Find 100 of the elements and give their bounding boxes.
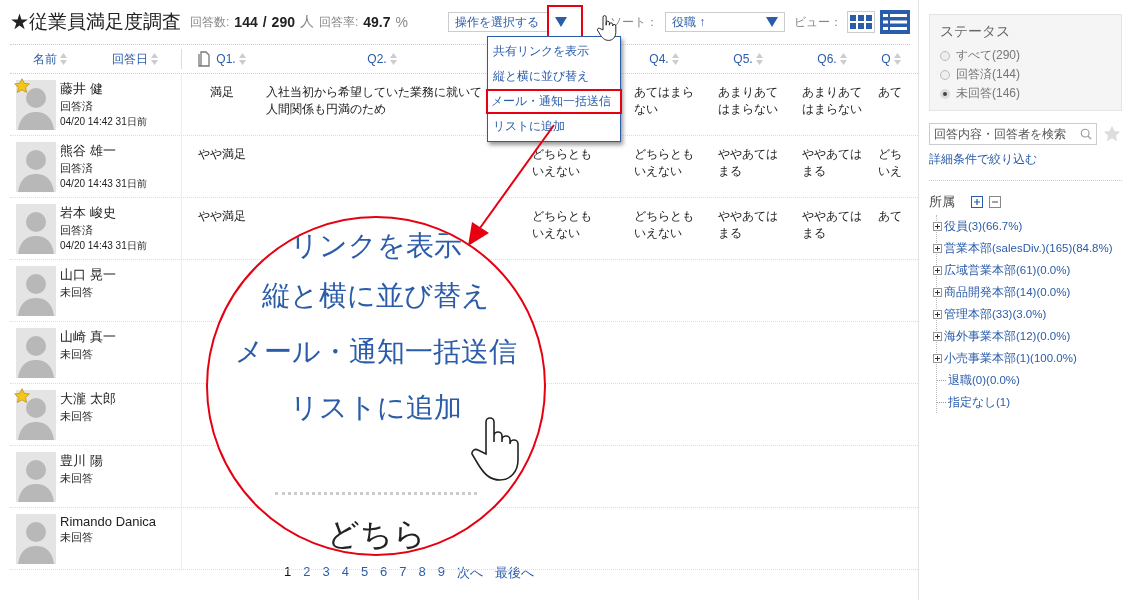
page-link[interactable]: 3 — [322, 564, 330, 582]
expand-icon[interactable] — [933, 221, 942, 231]
menu-item[interactable]: リストに追加 — [488, 114, 620, 139]
star-icon[interactable] — [1103, 125, 1121, 143]
answer-text: あてはまらない — [634, 84, 694, 119]
answer-text: あまりあてはまらない — [802, 84, 862, 119]
action-select[interactable]: 操作を選択する — [448, 12, 548, 32]
status-title: ステータス — [940, 23, 1011, 41]
page-link[interactable]: 7 — [399, 564, 407, 582]
caret-icon — [766, 17, 778, 27]
collapse-all-icon[interactable] — [989, 196, 1001, 208]
respondent-name[interactable]: Rimando Danica — [60, 514, 157, 529]
page-link[interactable]: 4 — [341, 564, 349, 582]
sort-icon — [839, 53, 847, 65]
column-header[interactable]: Q5. — [733, 52, 763, 66]
radio-button[interactable] — [940, 69, 950, 80]
hand-cursor-icon — [470, 414, 522, 484]
list-view-button[interactable] — [880, 10, 910, 34]
answer-text: どちらともいえない — [634, 208, 694, 243]
answer-text: ややあてはまる — [802, 146, 862, 181]
page-link[interactable]: 5 — [360, 564, 369, 582]
expand-icon[interactable] — [933, 353, 942, 363]
answer-text: やや満足 — [198, 146, 246, 163]
radio-button[interactable] — [940, 50, 950, 61]
answer-text: どちいえ — [878, 146, 902, 181]
expand-icon[interactable] — [933, 331, 942, 341]
sort-select[interactable]: 役職 ↑ — [665, 12, 785, 32]
expand-icon[interactable] — [933, 265, 942, 275]
group-link[interactable]: 退職(0)(0.0%) — [948, 372, 1020, 388]
respondent-name[interactable]: 熊谷 雄一 — [60, 142, 147, 160]
radio-button[interactable] — [940, 88, 950, 99]
stat-text: / — [262, 14, 267, 30]
respondent-name[interactable]: 岩本 峻史 — [60, 204, 147, 222]
answer-text: あて — [878, 84, 902, 101]
expand-all-icon[interactable] — [971, 196, 983, 208]
magnified-menu-text: 縦と横に並び替え — [262, 278, 490, 314]
response-status: 未回答 — [60, 471, 94, 486]
answer-text: あて — [878, 208, 902, 225]
column-header[interactable]: Q2. — [367, 52, 397, 66]
radio-label[interactable]: 回答済(144) — [956, 66, 1020, 83]
respondent-name[interactable]: 山口 晃一 — [60, 266, 116, 284]
dropdown-button[interactable] — [547, 5, 583, 39]
response-date: 04/20 14:42 31日前 — [60, 115, 147, 129]
radio-label[interactable]: 未回答(146) — [956, 85, 1020, 102]
group-title: 所属 — [929, 193, 955, 211]
page-title: ★従業員満足度調査 — [10, 10, 181, 34]
respondent-name[interactable]: 藤井 健 — [60, 80, 147, 98]
respondent-name[interactable]: 大瀧 太郎 — [60, 390, 116, 408]
page-link[interactable]: 6 — [380, 564, 388, 582]
grid-view-button[interactable] — [847, 11, 875, 33]
answer-text: あまりあてはまらない — [718, 84, 778, 119]
response-status: 未回答 — [60, 347, 94, 362]
column-header[interactable]: Q — [881, 52, 901, 66]
response-status: 未回答 — [60, 409, 94, 424]
response-status: 回答済 — [60, 161, 94, 176]
response-status: 未回答 — [60, 285, 94, 300]
stat-text: 144 — [234, 14, 258, 30]
column-header[interactable]: Q4. — [649, 52, 679, 66]
answer-text: ややあてはまる — [718, 146, 778, 181]
radio-label[interactable]: すべて(290) — [956, 47, 1020, 64]
expand-icon[interactable] — [933, 309, 942, 319]
sort-icon — [389, 53, 397, 65]
magnified-menu-text: メール・通知一括送信 — [235, 334, 517, 370]
response-status: 未回答 — [60, 530, 94, 545]
search-field[interactable]: 回答内容・回答者を検索 — [929, 123, 1097, 145]
caret-icon — [555, 17, 567, 27]
filter-link[interactable]: 詳細条件で絞り込む — [929, 151, 1122, 168]
group-link[interactable]: 海外事業本部(12)(0.0%) — [944, 328, 1071, 344]
column-header[interactable]: 名前 — [32, 50, 67, 68]
group-link[interactable]: 役員(3)(66.7%) — [944, 218, 1023, 234]
response-date: 04/20 14:43 31日前 — [60, 239, 147, 253]
view-label: ビュー： — [794, 13, 842, 31]
expand-icon[interactable] — [933, 243, 942, 253]
page-link[interactable]: 2 — [303, 564, 311, 582]
respondent-name[interactable]: 山崎 真一 — [60, 328, 116, 346]
stat-text: 290 — [271, 14, 295, 30]
menu-item[interactable]: メール・通知一括送信 — [486, 89, 622, 114]
column-header[interactable]: 回答日 — [112, 50, 159, 68]
group-link[interactable]: 指定なし(1) — [948, 394, 1011, 410]
group-link[interactable]: 小売事業本部(1)(100.0%) — [944, 350, 1077, 366]
answer-text: やや満足 — [198, 208, 246, 225]
group-link[interactable]: 商品開発本部(14)(0.0%) — [944, 284, 1071, 300]
group-link[interactable]: 営業本部(salesDiv.)(165)(84.8%) — [944, 240, 1113, 256]
column-header[interactable]: Q1. — [216, 52, 246, 66]
sort-icon — [59, 53, 67, 65]
respondent-name[interactable]: 豊川 陽 — [60, 452, 103, 470]
search-icon — [1080, 127, 1092, 141]
page-link[interactable]: 8 — [418, 564, 426, 582]
menu-item[interactable]: 共有リンクを表示 — [488, 39, 620, 64]
stat-text: 人 — [299, 13, 314, 31]
magnified-text: どちら — [326, 515, 426, 554]
group-link[interactable]: 管理本部(33)(3.0%) — [944, 306, 1047, 322]
menu-item[interactable]: 縦と横に並び替え — [488, 64, 620, 89]
group-link[interactable]: 広域営業本部(61)(0.0%) — [944, 262, 1071, 278]
answer-text: ややあてはまる — [718, 208, 778, 243]
column-header[interactable]: Q6. — [817, 52, 847, 66]
magnified-menu-text: リストに追加 — [290, 390, 462, 426]
response-date: 04/20 14:43 31日前 — [60, 177, 147, 191]
sort-icon — [151, 53, 159, 65]
expand-icon[interactable] — [933, 287, 942, 297]
